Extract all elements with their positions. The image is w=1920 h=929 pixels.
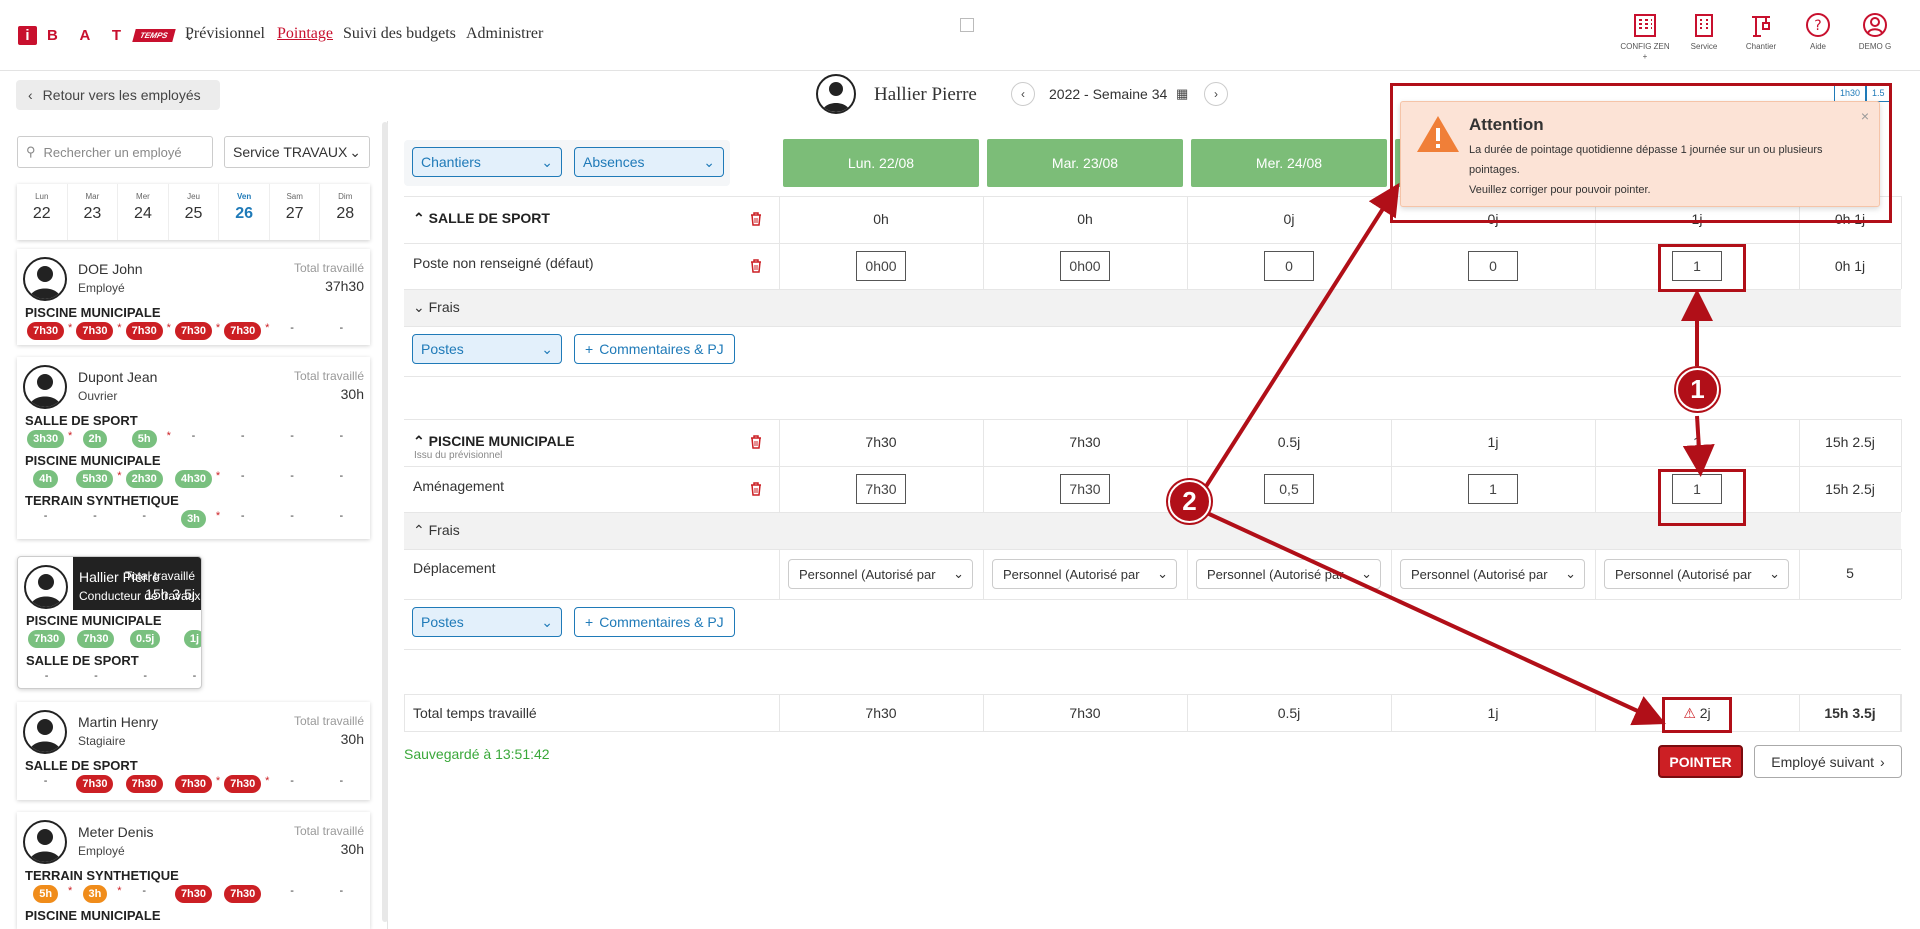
annotation-marker-2: 2 [1168, 480, 1211, 523]
annotation-marker-1: 1 [1676, 368, 1719, 411]
app-root: i B A T TEMPS ⌄ Prévisionnel Pointage Su… [0, 0, 1920, 929]
annotation-arrows [1203, 182, 1715, 726]
arrow-1-down [1682, 415, 1715, 477]
arrow-2-total [1206, 511, 1666, 726]
arrow-2-alert [1203, 182, 1400, 490]
